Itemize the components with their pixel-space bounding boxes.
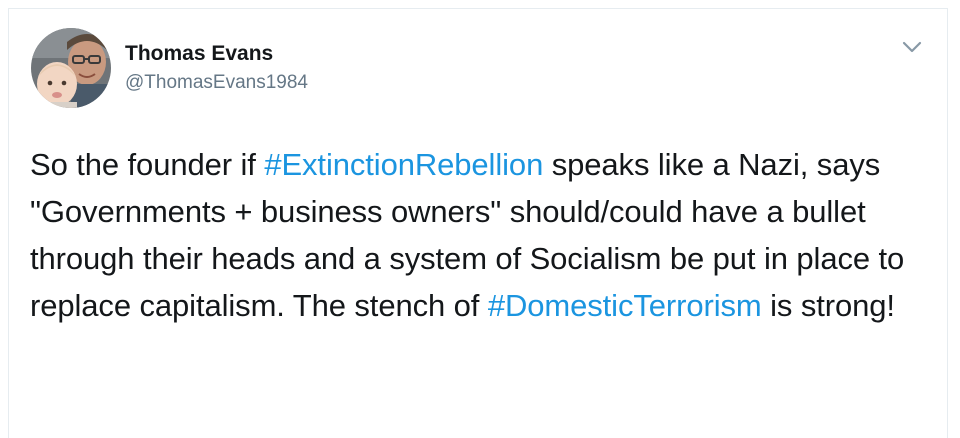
avatar-image xyxy=(31,28,111,108)
display-name[interactable]: Thomas Evans xyxy=(125,41,308,67)
avatar[interactable] xyxy=(31,28,111,108)
chevron-down-icon[interactable] xyxy=(901,39,923,55)
user-handle[interactable]: @ThomasEvans1984 xyxy=(125,70,308,96)
tweet-header: Thomas Evans @ThomasEvans1984 xyxy=(31,27,308,109)
tweet-card: Thomas Evans @ThomasEvans1984 So the fou… xyxy=(8,8,948,438)
tweet-text-part: is strong! xyxy=(761,288,895,323)
hashtag-link[interactable]: #DomesticTerrorism xyxy=(488,288,762,323)
hashtag-link[interactable]: #ExtinctionRebellion xyxy=(264,147,543,182)
tweet-text-part: So the founder if xyxy=(30,147,265,182)
user-info: Thomas Evans @ThomasEvans1984 xyxy=(125,41,308,96)
tweet-text: So the founder if #ExtinctionRebellion s… xyxy=(30,141,930,329)
chevron-down-icon-svg xyxy=(902,41,922,53)
